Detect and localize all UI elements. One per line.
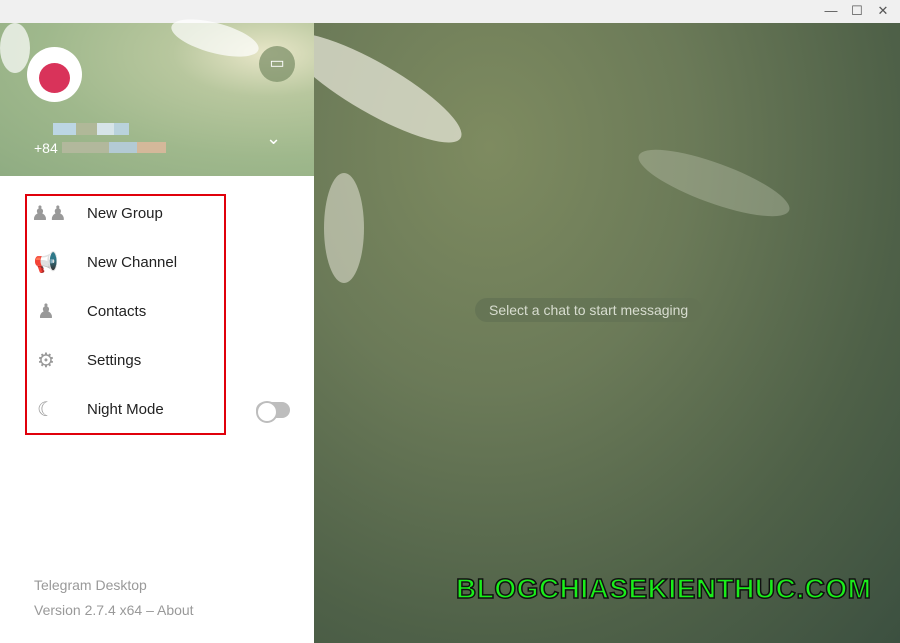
minimize-icon[interactable]: — <box>819 2 843 20</box>
chat-area: Select a chat to start messaging BLOGCHI… <box>314 23 900 643</box>
profile-name-blurred <box>53 123 129 135</box>
close-icon[interactable]: ✕ <box>871 2 895 20</box>
profile-phone: +84 <box>34 140 166 156</box>
version-info: Version 2.7.4 x64 – About <box>34 602 194 618</box>
watermark: BLOGCHIASEKIENTHUC.COM <box>455 572 872 605</box>
maximize-icon[interactable]: ☐ <box>845 2 869 20</box>
main-menu-sidebar: ▭ +84 ⌄ ♟♟ New Group 📢 New Channel ♟ Contac… <box>0 11 314 643</box>
saved-messages-bookmark-icon[interactable]: ▭ <box>259 46 295 82</box>
avatar[interactable] <box>27 47 82 102</box>
about-link[interactable]: About <box>157 602 194 618</box>
title-bar: — ☐ ✕ <box>0 0 900 23</box>
chevron-down-icon[interactable]: ⌄ <box>266 128 281 149</box>
app-name: Telegram Desktop <box>34 577 147 593</box>
night-mode-toggle[interactable] <box>256 401 290 423</box>
profile-cover: ▭ +84 ⌄ <box>0 11 314 176</box>
empty-chat-message: Select a chat to start messaging <box>475 298 703 322</box>
highlight-box <box>25 194 226 435</box>
